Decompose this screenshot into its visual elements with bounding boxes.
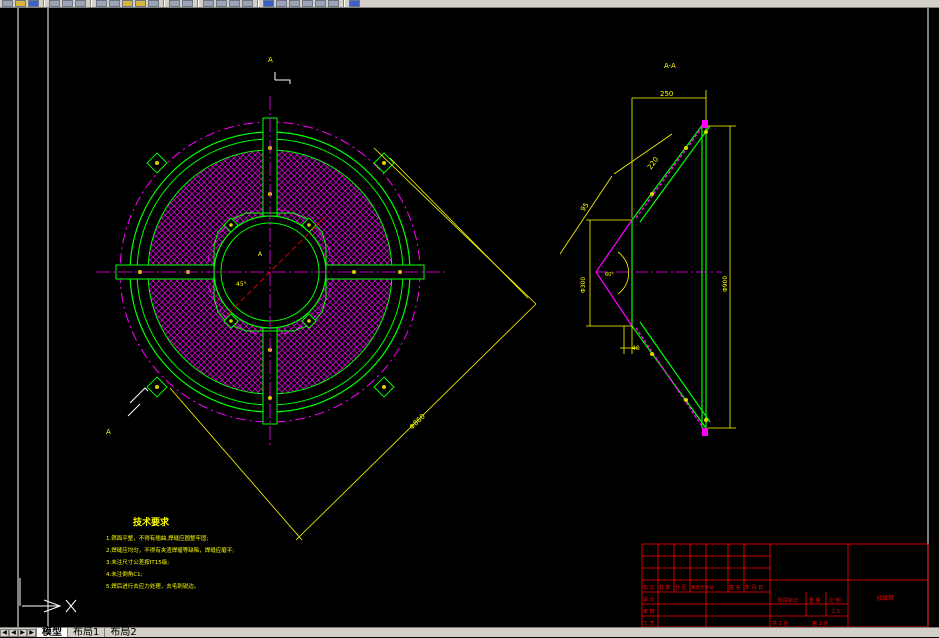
rim-ends [702,120,708,436]
section-label-top: A [268,56,273,64]
tb-row-label-2: 设 计 [643,596,655,603]
tb-row-label-3: 审 核 [643,608,655,615]
new-icon[interactable] [2,0,13,7]
tb-header-4: 签 名 [729,584,741,591]
section-view[interactable]: A-A 250 220 95 Φ300 Φ900 60° 40 [559,62,736,436]
cone-tip [595,219,633,327]
tb-row-label-1: 标 记 [643,584,655,591]
drawing-canvas[interactable]: A A A 45° Φ860 A-A 250 220 95 Φ300 Φ900 … [0,8,939,627]
help-icon[interactable] [349,0,360,7]
print-icon[interactable] [49,0,60,7]
tab-next-icon[interactable]: ▶ [18,628,27,637]
note-line-2: 2.焊缝应均匀，不得有夹渣焊瘤等缺陷，焊缝应磨平; [106,546,234,554]
technical-notes[interactable]: 技术要求 1.筛面平整，不得有翘曲,焊缝应圆整牢固; 2.焊缝应均匀，不得有夹渣… [106,516,234,590]
tb-part-name: 分级筛 [876,594,894,602]
tb-header-3: 更改文件号 [691,584,714,591]
tb-header-1: 处 数 [659,584,671,591]
section-dimensions [559,90,736,429]
tab-prev-icon[interactable]: ◀ [9,628,18,637]
tab-last-icon[interactable]: ▶ [27,628,36,637]
drawing-frame [17,8,929,627]
cone-hatch [635,121,707,433]
section-title: A-A [664,62,676,70]
tb-header-2: 分 区 [675,584,687,591]
publish-icon[interactable] [75,0,86,7]
redo-icon[interactable] [182,0,193,7]
tab-layout2[interactable]: 布局2 [104,628,141,638]
copy-icon[interactable] [109,0,120,7]
dim-angle-text: 60° [605,272,614,278]
dim-slant-b-text: 95 [579,201,591,213]
cut-icon[interactable] [96,0,107,7]
tool-palettes-icon[interactable] [289,0,300,7]
open-icon[interactable] [15,0,26,7]
plan-view[interactable]: A A A 45° Φ860 [96,56,537,541]
paste-icon[interactable] [122,0,133,7]
dim-dia-large-text: Φ900 [722,276,729,292]
tab-first-icon[interactable]: ◀ [0,628,9,637]
dim-bottom-text: 40 [632,345,640,352]
note-line-1: 1.筛面平整，不得有翘曲,焊缝应圆整牢固; [106,534,208,542]
note-line-3: 3.未注尺寸公差按IT15级; [106,558,169,566]
sheet-set-icon[interactable] [302,0,313,7]
undo-icon[interactable] [169,0,180,7]
dim-dia-small-text: Φ300 [580,277,587,293]
properties-icon[interactable] [263,0,274,7]
note-line-4: 4.未注倒角C1; [106,570,143,578]
preview-icon[interactable] [62,0,73,7]
dim-slant-a-text: 220 [646,156,660,172]
tb-scale-label: 比 例 [829,597,841,604]
diagonal-dim-text: Φ860 [408,412,427,431]
layout-tabs-bar: ◀ ◀ ▶ ▶ 模型 布局1 布局2 [0,627,939,638]
notes-title: 技术要求 [133,516,170,528]
section-label-bottom: A [106,428,111,436]
design-center-icon[interactable] [276,0,287,7]
section-mark-top: A [268,56,291,84]
title-block[interactable]: 标 记 设 计 审 核 工 艺 处 数 分 区 更改文件号 签 名 年 月 日 … [641,543,929,627]
calculator-icon[interactable] [328,0,339,7]
tb-header-5: 年 月 日 [745,584,763,591]
tab-layout1[interactable]: 布局1 [67,628,104,638]
zoom-window-icon[interactable] [229,0,240,7]
tab-model[interactable]: 模型 [36,628,67,638]
center-label: A [258,251,263,258]
tb-weight-label: 重 量 [809,597,821,604]
match-properties-icon[interactable] [135,0,146,7]
cone-body [631,119,711,429]
tb-stage-label: 阶段标记 [778,597,798,604]
tb-sheet-no: 第 1 张 [812,620,828,627]
zoom-previous-icon[interactable] [242,0,253,7]
angle-label: 45° [236,281,247,288]
section-mark-bottom: A [106,387,149,436]
markup-icon[interactable] [315,0,326,7]
zoom-realtime-icon[interactable] [216,0,227,7]
pan-icon[interactable] [203,0,214,7]
dim-top-text: 250 [660,90,673,98]
toolbar [0,0,939,8]
tb-scale-value: 1:5 [832,609,840,615]
note-line-5: 5.焊后进行去应力处理，去毛刺锐边。 [106,582,199,590]
block-editor-icon[interactable] [148,0,159,7]
tb-sheets-total: 共 1 张 [772,620,788,627]
save-icon[interactable] [28,0,39,7]
